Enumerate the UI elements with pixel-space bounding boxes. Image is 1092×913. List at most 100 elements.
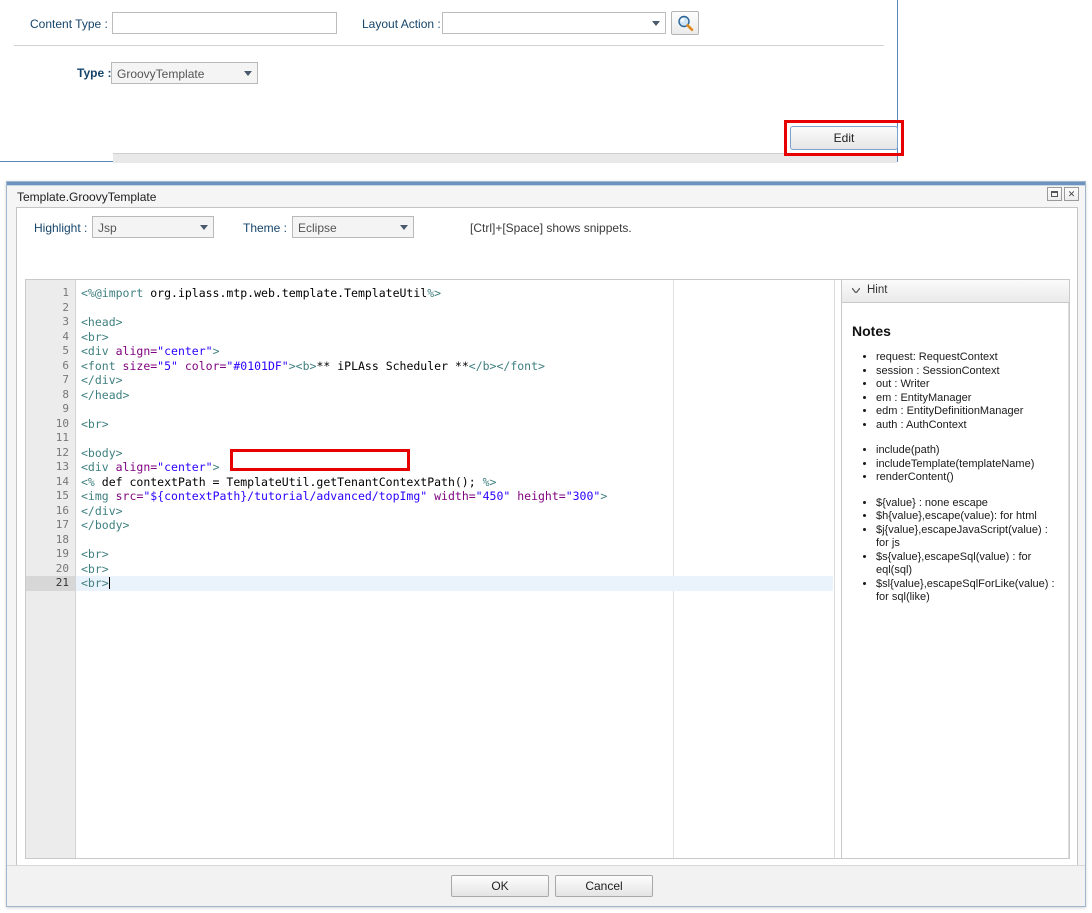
ok-button[interactable]: OK <box>451 875 549 897</box>
theme-label: Theme : <box>243 221 288 235</box>
line-number: 18 <box>55 532 69 546</box>
hint-list-escapes: ${value} : none escape$h{value},escape(v… <box>850 497 1061 605</box>
line-number: 4 <box>62 329 69 343</box>
text-cursor <box>108 577 110 589</box>
hint-list-item: auth : AuthContext <box>876 419 1061 433</box>
code-scroll-area[interactable]: 1 2 3 4 5 6 7 8 9 10 11 12 13 14 15 16 17 18 19 20 21 <%@imp… <box>26 280 833 858</box>
code-line[interactable] <box>76 402 833 417</box>
hint-list-item: $s{value},escapeSql(value) : for eql(sql… <box>876 551 1061 578</box>
line-number: 5 <box>62 344 69 357</box>
line-number: 19 <box>55 547 69 560</box>
hint-list-functions: include(path)includeTemplate(templateNam… <box>850 444 1061 485</box>
close-icon: ✕ <box>1067 188 1076 199</box>
hint-list-context: request: RequestContextsession : Session… <box>850 351 1061 432</box>
hint-list-item: $j{value},escapeJavaScript(value) : for … <box>876 524 1061 551</box>
chevron-down-icon <box>244 71 252 76</box>
code-line[interactable]: <% def contextPath = TemplateUtil.getTen… <box>76 475 833 490</box>
hint-list-item: request: RequestContext <box>876 351 1061 365</box>
line-number: 16 <box>55 503 69 517</box>
highlight-value: Jsp <box>98 221 117 235</box>
code-line[interactable]: <br> <box>76 417 833 432</box>
type-value: GroovyTemplate <box>117 67 205 81</box>
panel-divider <box>14 45 884 46</box>
code-line[interactable]: <br> <box>76 576 833 591</box>
line-number: 12 <box>55 445 69 459</box>
search-icon <box>678 15 694 32</box>
line-number: 11 <box>55 431 69 444</box>
editor-options-bar: Highlight : Jsp Theme : Eclipse [Ctrl]+[… <box>17 208 1077 248</box>
hint-list-item: includeTemplate(templateName) <box>876 458 1061 472</box>
chevron-down-icon <box>852 288 860 293</box>
search-button[interactable] <box>671 11 699 35</box>
type-label: Type : <box>77 66 112 80</box>
line-number-gutter: 1 2 3 4 5 6 7 8 9 10 11 12 13 14 15 16 17 18 19 20 21 <box>26 280 76 858</box>
type-select[interactable]: GroovyTemplate <box>111 62 258 84</box>
line-number: 3 <box>62 315 69 328</box>
code-line[interactable]: <br> <box>76 547 833 562</box>
hint-panel-body: Notes request: RequestContextsession : S… <box>842 303 1069 858</box>
layout-action-select[interactable] <box>442 12 666 34</box>
dialog-accent-bar <box>7 182 1085 186</box>
line-number: 7 <box>62 373 69 386</box>
hint-list-item: em : EntityManager <box>876 392 1061 406</box>
line-number: 6 <box>62 358 69 372</box>
line-number: 17 <box>55 518 69 531</box>
search-criteria-panel: Content Type : Layout Action : Type : Gr… <box>0 0 898 163</box>
chevron-down-icon <box>652 21 660 26</box>
panel-horizontal-scrollbar[interactable] <box>113 153 897 163</box>
code-line[interactable] <box>76 533 833 548</box>
criteria-row: Content Type : Layout Action : <box>0 0 897 46</box>
code-line[interactable]: <head> <box>76 315 833 330</box>
screen-root: Content Type : Layout Action : Type : Gr… <box>0 0 1092 913</box>
code-line[interactable]: </div> <box>76 504 833 519</box>
close-button[interactable]: ✕ <box>1064 187 1079 201</box>
code-line[interactable]: </head> <box>76 388 833 403</box>
code-line[interactable]: <br> <box>76 562 833 577</box>
code-line[interactable] <box>76 301 833 316</box>
code-line[interactable]: <font size="5" color="#0101DF"><b>** iPL… <box>76 359 833 374</box>
cancel-button[interactable]: Cancel <box>555 875 653 897</box>
hint-list-item: out : Writer <box>876 378 1061 392</box>
line-number: 1 <box>62 286 69 299</box>
highlight-select[interactable]: Jsp <box>92 216 214 238</box>
code-line[interactable]: <body> <box>76 446 833 461</box>
content-type-input[interactable] <box>112 12 337 34</box>
code-line[interactable]: </body> <box>76 518 833 533</box>
hint-panel-scrollbar[interactable] <box>1068 303 1069 858</box>
hint-list-item: $sl{value},escapeSqlForLike(value) : for… <box>876 578 1061 605</box>
notes-title: Notes <box>852 323 891 339</box>
code-line[interactable]: <img src="${contextPath}/tutorial/advanc… <box>76 489 833 504</box>
line-number: 15 <box>55 489 69 502</box>
hint-list-item: include(path) <box>876 444 1061 458</box>
template-editor-dialog: Template.GroovyTemplate ✕ Highlight : Js… <box>6 181 1086 907</box>
line-number: 20 <box>55 561 69 575</box>
edit-button[interactable]: Edit <box>790 126 898 150</box>
line-number: 10 <box>55 416 69 430</box>
code-editor[interactable]: 1 2 3 4 5 6 7 8 9 10 11 12 13 14 15 16 17 18 19 20 21 <%@imp… <box>25 279 1070 859</box>
code-line[interactable]: <div align="center"> <box>76 344 833 359</box>
hint-list-item: $h{value},escape(value): for html <box>876 510 1061 524</box>
hint-header-label: Hint <box>867 284 888 296</box>
code-line[interactable] <box>76 431 833 446</box>
content-type-label: Content Type : <box>30 17 108 31</box>
code-line[interactable]: </div> <box>76 373 833 388</box>
snippet-hint-text: [Ctrl]+[Space] shows snippets. <box>470 221 632 235</box>
dialog-title: Template.GroovyTemplate <box>17 190 157 204</box>
line-number: 21 <box>26 576 75 591</box>
code-line[interactable]: <%@import org.iplass.mtp.web.template.Te… <box>76 286 833 301</box>
code-line[interactable]: <br> <box>76 330 833 345</box>
dialog-footer: OK Cancel <box>7 865 1085 906</box>
hint-list-item: session : SessionContext <box>876 365 1061 379</box>
code-line[interactable]: <div align="center"> <box>76 460 833 475</box>
line-number: 14 <box>55 474 69 488</box>
window-controls: ✕ <box>1047 187 1079 201</box>
code-text-area[interactable]: <%@import org.iplass.mtp.web.template.Te… <box>76 280 833 858</box>
line-number: 13 <box>55 460 69 473</box>
hint-panel-header[interactable]: Hint <box>842 280 1069 303</box>
theme-select[interactable]: Eclipse <box>292 216 414 238</box>
restore-button[interactable] <box>1047 187 1062 201</box>
hint-list-item: edm : EntityDefinitionManager <box>876 405 1061 419</box>
line-number: 9 <box>62 402 69 415</box>
restore-icon <box>1048 188 1061 200</box>
layout-action-label: Layout Action : <box>362 17 441 31</box>
